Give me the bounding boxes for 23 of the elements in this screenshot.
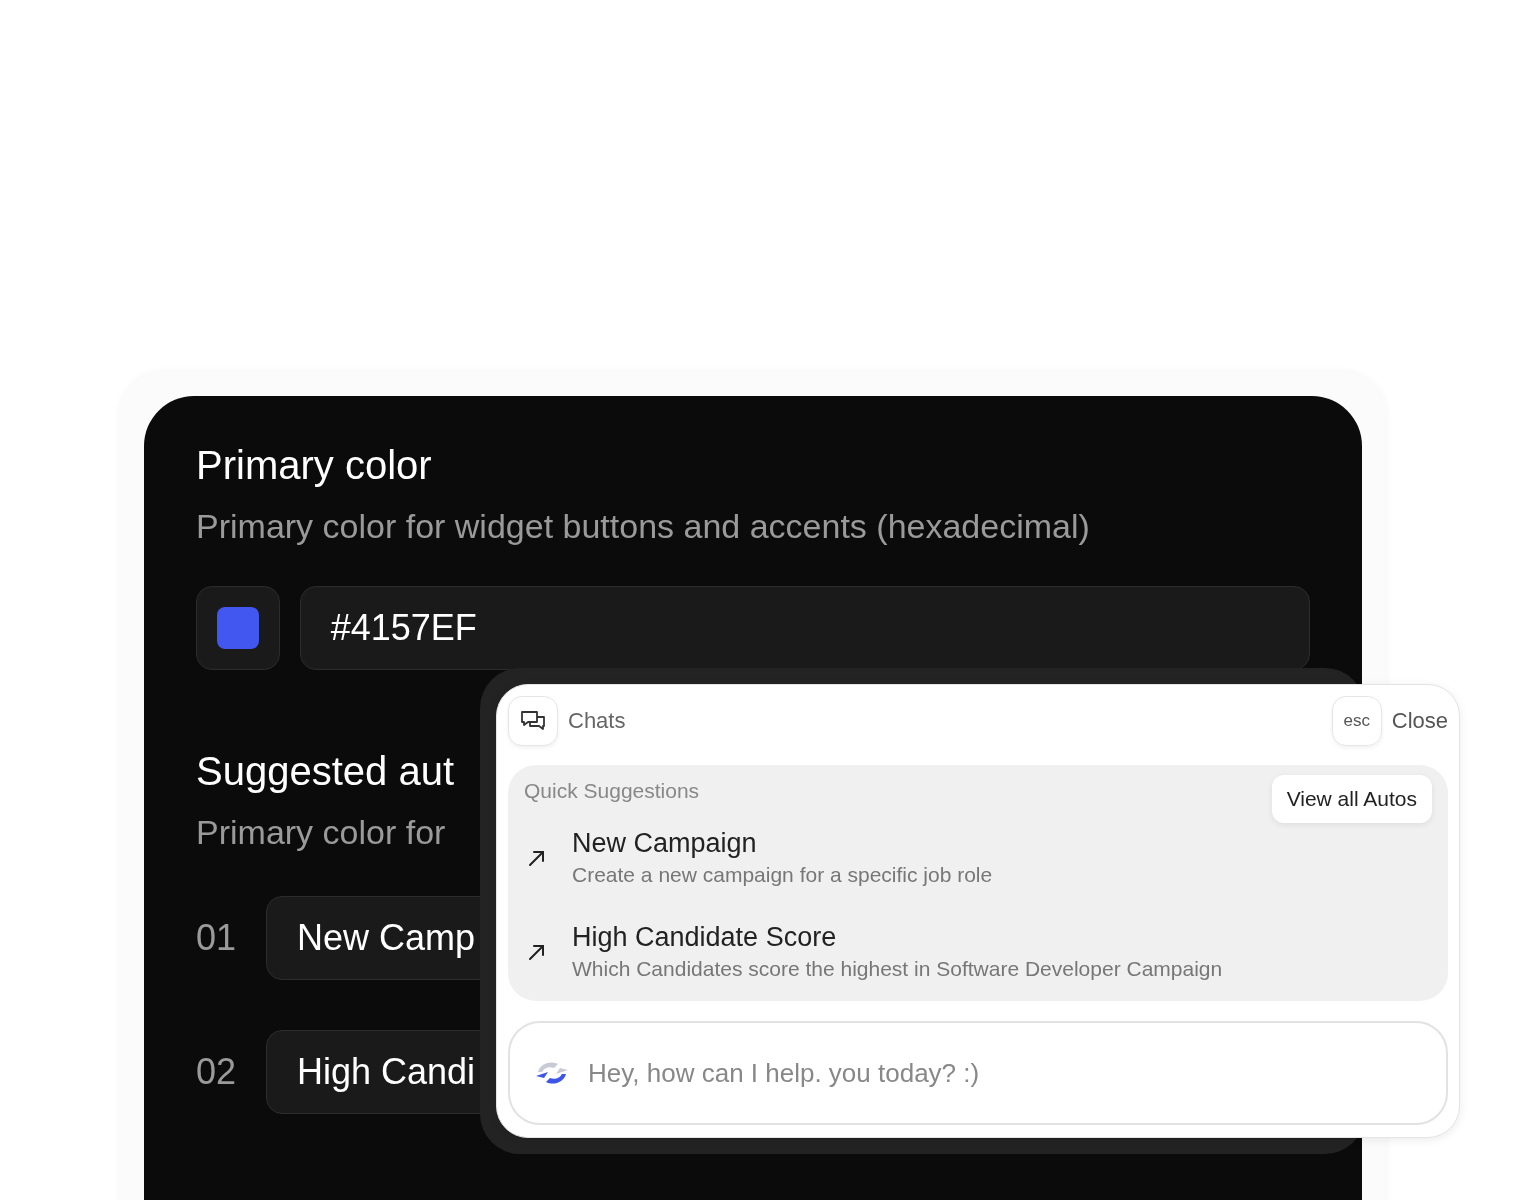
suggestion-description: Which Candidates score the highest in Software Developer Campaign <box>572 956 1223 982</box>
suggestion-description: Create a new campaign for a specific job role <box>572 862 993 888</box>
hex-field[interactable]: #4157EF <box>299 586 1310 670</box>
close-button[interactable]: Close <box>1381 708 1448 734</box>
chat-icon <box>520 709 546 733</box>
row-number: 01 <box>196 917 234 959</box>
message-input[interactable]: Hey, how can I help. you today? :) <box>508 1021 1448 1125</box>
view-all-button[interactable]: View all Autos <box>1271 775 1432 823</box>
color-picker[interactable] <box>196 586 280 670</box>
suggestion-title: High Candidate Score <box>572 921 838 954</box>
arrow-icon <box>528 943 546 961</box>
chats-label: Chats <box>568 708 626 734</box>
esc-key: esc <box>1331 696 1382 746</box>
section-title: Suggested aut <box>196 748 454 795</box>
section-title: Primary color <box>196 442 432 489</box>
section-description: Primary color for widget buttons and accents (hexadecimal) <box>196 506 1090 547</box>
suggestion-title: New Campaign <box>572 827 758 860</box>
suggestion-item[interactable]: High Candidate Score Which Candidates score the highest in Software Developer Campaign <box>524 905 1432 999</box>
row-number: 02 <box>196 1051 234 1093</box>
arrow-icon <box>528 849 546 867</box>
chats-button[interactable] <box>508 696 558 746</box>
suggestions-heading: Quick Suggestions <box>524 779 700 803</box>
section-description: Primary color for <box>196 812 446 853</box>
